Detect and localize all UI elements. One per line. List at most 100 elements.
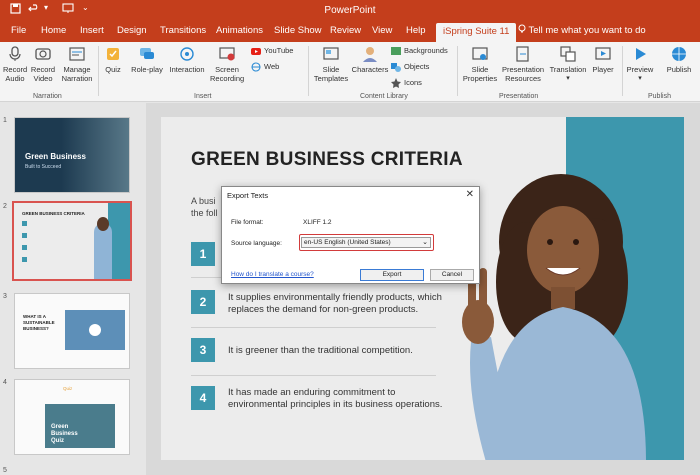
thumb-number: 2 bbox=[3, 203, 7, 210]
thumb-title: GREEN BUSINESS CRITERIA bbox=[22, 211, 85, 216]
ribbon-tabs: File Home Insert Design Transitions Anim… bbox=[0, 22, 700, 42]
timeline-icon bbox=[68, 45, 86, 63]
record-audio-button[interactable]: Record Audio bbox=[3, 45, 27, 83]
source-language-label: Source language: bbox=[231, 240, 282, 247]
tab-review[interactable]: Review bbox=[330, 22, 361, 42]
ribbon-separator bbox=[622, 46, 623, 96]
preview-button[interactable]: Preview ▾ bbox=[625, 45, 655, 83]
cancel-button[interactable]: Cancel bbox=[430, 269, 474, 281]
manage-narration-button[interactable]: Manage Narration bbox=[60, 45, 94, 83]
criteria-number: 2 bbox=[191, 290, 215, 314]
youtube-icon bbox=[251, 46, 261, 56]
thumbnail-slide-1[interactable]: Green Business Built to Succeed bbox=[14, 117, 130, 193]
slide-thumbnails-pane: 1 Green Business Built to Succeed 2 GREE… bbox=[0, 103, 146, 475]
background-icon bbox=[391, 46, 401, 56]
tab-slide-show[interactable]: Slide Show bbox=[274, 22, 322, 42]
characters-button[interactable]: Characters bbox=[351, 45, 389, 74]
thumbnail-slide-2[interactable]: GREEN BUSINESS CRITERIA bbox=[12, 201, 132, 281]
publish-button[interactable]: Publish bbox=[663, 45, 695, 74]
criteria-number: 3 bbox=[191, 338, 215, 362]
chevron-down-icon: ▾ bbox=[638, 75, 642, 82]
chat-icon bbox=[138, 45, 156, 63]
divider bbox=[191, 327, 436, 328]
globe-icon bbox=[670, 45, 688, 63]
tab-insert[interactable]: Insert bbox=[80, 22, 104, 42]
backgrounds-button[interactable]: Backgrounds bbox=[391, 46, 448, 56]
tab-file[interactable]: File bbox=[11, 22, 26, 42]
translation-button[interactable]: Translation ▾ bbox=[548, 45, 588, 83]
group-label-presentation: Presentation bbox=[499, 93, 539, 100]
tab-design[interactable]: Design bbox=[117, 22, 147, 42]
template-icon bbox=[322, 45, 340, 63]
criteria-text[interactable]: It is greener than the traditional compe… bbox=[228, 345, 448, 357]
record-video-button[interactable]: Record Video bbox=[30, 45, 56, 83]
slide-title[interactable]: GREEN BUSINESS CRITERIA bbox=[191, 149, 463, 171]
thumb-number: 4 bbox=[3, 379, 7, 386]
export-button[interactable]: Export bbox=[360, 269, 424, 281]
thumb-badge: Quiz bbox=[63, 386, 73, 391]
slide-templates-button[interactable]: Slide Templates bbox=[311, 45, 351, 83]
file-format-value: XLIFF 1.2 bbox=[303, 219, 332, 226]
tab-transitions[interactable]: Transitions bbox=[160, 22, 206, 42]
tab-view[interactable]: View bbox=[372, 22, 392, 42]
role-play-button[interactable]: Role-play bbox=[130, 45, 164, 74]
tell-me-label: Tell me what you want to do bbox=[528, 25, 646, 36]
tab-animations[interactable]: Animations bbox=[216, 22, 263, 42]
camera-icon bbox=[34, 45, 52, 63]
thumb-title: Green Business bbox=[25, 152, 86, 161]
resources-icon bbox=[514, 45, 532, 63]
tell-me-search[interactable]: Tell me what you want to do bbox=[518, 22, 646, 40]
export-texts-dialog: Export Texts ✕ File format: XLIFF 1.2 So… bbox=[221, 186, 480, 284]
slide-properties-button[interactable]: Slide Properties bbox=[461, 45, 499, 83]
microphone-icon bbox=[6, 45, 24, 63]
screen-record-icon bbox=[218, 45, 236, 63]
ribbon-separator bbox=[457, 46, 458, 96]
icons-icon bbox=[391, 78, 401, 89]
divider bbox=[191, 375, 436, 376]
translate-icon bbox=[559, 45, 577, 63]
ribbon-separator bbox=[308, 46, 309, 96]
lightbulb-icon bbox=[518, 24, 528, 36]
link-icon bbox=[251, 62, 261, 72]
thumb-number: 3 bbox=[3, 293, 7, 300]
title-bar: ▾ ⌄ PowerPoint bbox=[0, 0, 700, 22]
criteria-text[interactable]: It has made an enduring commitment to en… bbox=[228, 387, 448, 411]
player-button[interactable]: Player bbox=[590, 45, 616, 74]
icons-button[interactable]: Icons bbox=[391, 78, 422, 89]
objects-icon bbox=[391, 62, 401, 73]
group-label-insert: Insert bbox=[194, 93, 212, 100]
thumb-subtitle: Built to Succeed bbox=[25, 164, 62, 170]
play-icon bbox=[631, 45, 649, 63]
quiz-button[interactable]: Quiz bbox=[102, 45, 124, 74]
presentation-resources-button[interactable]: Presentation Resources bbox=[500, 45, 546, 83]
thumb-title: WHAT IS A SUSTAINABLE BUSINESS? bbox=[23, 314, 55, 331]
slide-editor[interactable]: GREEN BUSINESS CRITERIA A busi the foll … bbox=[161, 117, 684, 460]
ribbon-separator bbox=[98, 46, 99, 96]
close-icon[interactable]: ✕ bbox=[466, 189, 474, 200]
screen-recording-button[interactable]: Screen Recording bbox=[210, 45, 244, 83]
character-icon bbox=[361, 45, 379, 63]
interaction-button[interactable]: Interaction bbox=[168, 45, 206, 74]
ribbon: Record Audio Record Video Manage Narrati… bbox=[0, 42, 700, 102]
thumb-number: 5 bbox=[3, 467, 7, 474]
thumbnail-slide-4[interactable]: Quiz Green Business Quiz bbox=[14, 379, 130, 455]
objects-button[interactable]: Objects bbox=[391, 62, 429, 73]
group-label-content-library: Content Library bbox=[360, 93, 408, 100]
help-link[interactable]: How do I translate a course? bbox=[231, 271, 314, 278]
chevron-down-icon: ⌄ bbox=[422, 239, 428, 246]
chevron-down-icon: ▾ bbox=[566, 75, 570, 82]
youtube-button[interactable]: YouTube bbox=[251, 46, 293, 56]
tab-help[interactable]: Help bbox=[406, 22, 426, 42]
group-label-narration: Narration bbox=[33, 93, 62, 100]
tab-home[interactable]: Home bbox=[41, 22, 66, 42]
interaction-icon bbox=[178, 45, 196, 63]
thumbnail-slide-3[interactable]: WHAT IS A SUSTAINABLE BUSINESS? bbox=[14, 293, 130, 369]
source-language-select[interactable]: en-US English (United States) ⌄ bbox=[301, 237, 431, 248]
tab-ispring-suite[interactable]: iSpring Suite 11 bbox=[436, 23, 517, 42]
web-button[interactable]: Web bbox=[251, 62, 279, 72]
criteria-text[interactable]: It supplies environmentally friendly pro… bbox=[228, 292, 448, 316]
quiz-icon bbox=[104, 45, 122, 63]
properties-icon bbox=[471, 45, 489, 63]
player-icon bbox=[594, 45, 612, 63]
criteria-number: 4 bbox=[191, 386, 215, 410]
